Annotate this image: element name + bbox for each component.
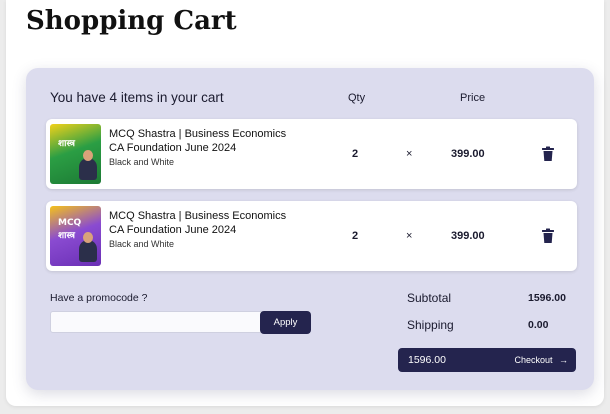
product-name[interactable]: MCQ Shastra | Business Economics CA Foun…	[109, 127, 319, 155]
cart-panel: You have 4 items in your cart Qty Price …	[26, 68, 594, 390]
product-thumbnail[interactable]: शास्त्र	[50, 124, 101, 184]
checkout-label: Checkout	[514, 355, 553, 365]
promocode-label: Have a promocode ?	[50, 292, 148, 304]
promocode-input[interactable]	[50, 311, 264, 333]
cart-item: शास्त्र MCQ Shastra | Business Economics…	[46, 119, 577, 189]
total-value: 1596.00	[408, 354, 446, 366]
trash-icon[interactable]	[541, 146, 555, 162]
checkout-button[interactable]: Checkout →	[514, 351, 568, 369]
cart-item: MCQ शास्त्र MCQ Shastra | Business Econo…	[46, 201, 577, 271]
item-price: 399.00	[451, 230, 485, 242]
author-photo	[79, 150, 97, 180]
arrow-right-icon: →	[559, 355, 568, 365]
item-price: 399.00	[451, 148, 485, 160]
product-name-line-1: MCQ Shastra | Business Economics	[109, 128, 287, 140]
product-variant: Black and White	[109, 157, 175, 167]
subtotal-label: Subtotal	[407, 291, 452, 305]
subtotal-value: 1596.00	[528, 292, 566, 304]
shipping-value: 0.00	[528, 319, 549, 331]
product-name-line-2: CA Foundation June 2024	[109, 224, 237, 236]
author-photo	[79, 232, 97, 262]
multiply-sign: ×	[406, 148, 413, 160]
product-name[interactable]: MCQ Shastra | Business Economics CA Foun…	[109, 209, 319, 237]
apply-button[interactable]: Apply	[260, 311, 311, 334]
cart-page: Shopping Cart You have 4 items in your c…	[6, 0, 604, 406]
product-variant: Black and White	[109, 239, 175, 249]
page-title: Shopping Cart	[26, 6, 237, 36]
trash-icon[interactable]	[541, 228, 555, 244]
price-header: Price	[460, 92, 486, 104]
multiply-sign: ×	[406, 230, 413, 242]
product-name-line-1: MCQ Shastra | Business Economics	[109, 210, 287, 222]
qty-header: Qty	[348, 92, 366, 104]
item-quantity: 2	[352, 230, 359, 242]
cart-item-count: You have 4 items in your cart	[50, 90, 224, 105]
checkout-bar: 1596.00 Checkout →	[398, 348, 576, 372]
thumbnail-text: शास्त्र	[58, 139, 75, 149]
shipping-label: Shipping	[407, 318, 454, 332]
item-quantity: 2	[352, 148, 359, 160]
product-thumbnail[interactable]: MCQ शास्त्र	[50, 206, 101, 266]
product-name-line-2: CA Foundation June 2024	[109, 142, 237, 154]
thumbnail-text: MCQ शास्त्र	[58, 218, 82, 241]
